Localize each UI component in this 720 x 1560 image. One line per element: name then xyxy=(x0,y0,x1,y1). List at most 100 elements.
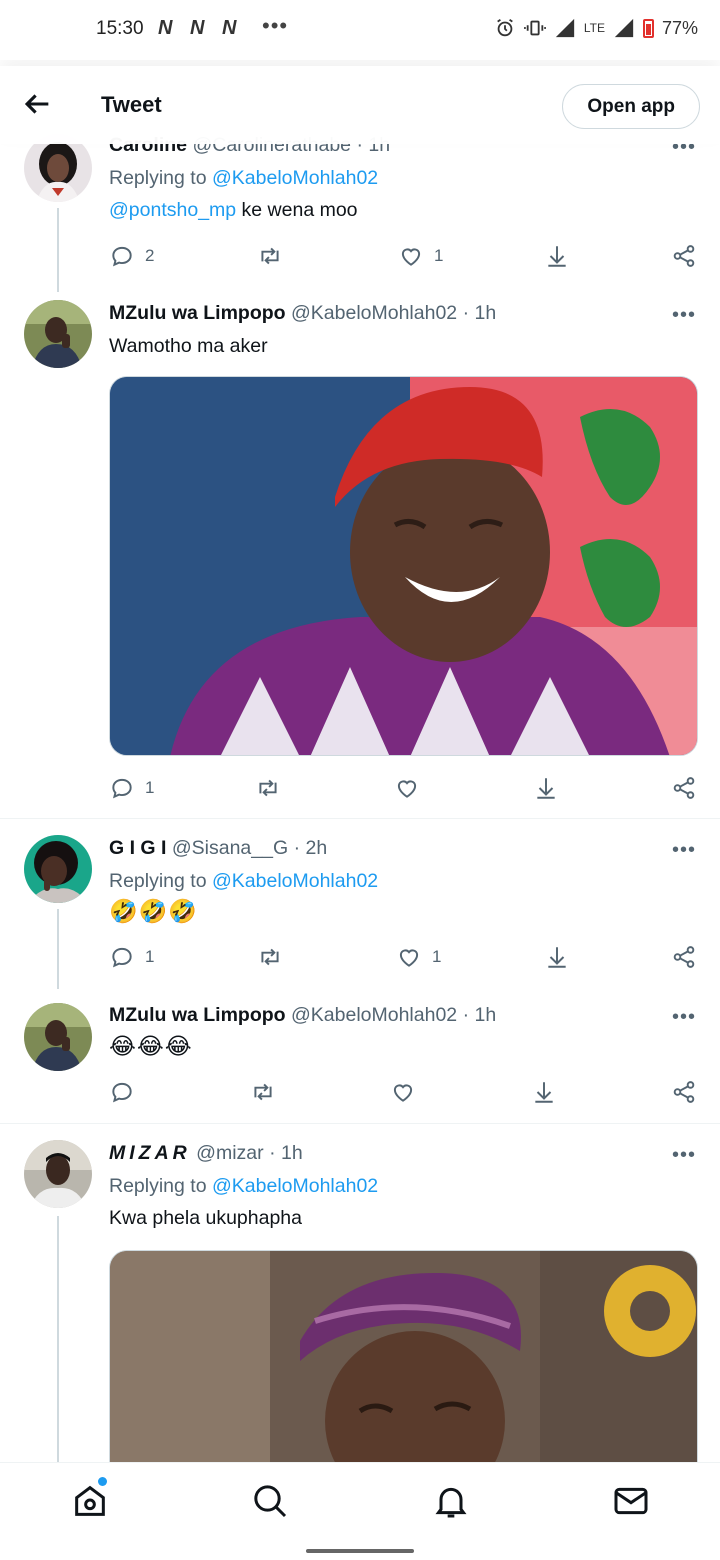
tweet-image[interactable] xyxy=(109,376,698,756)
more-notifications-icon: ••• xyxy=(262,13,289,38)
download-arrow-icon xyxy=(548,246,566,267)
network-n-icon: N xyxy=(190,17,205,39)
handle[interactable]: @Sisana__G xyxy=(172,837,288,859)
share-button[interactable] xyxy=(671,942,697,972)
gesture-home-bar[interactable] xyxy=(306,1549,414,1553)
timestamp[interactable]: · 1h xyxy=(463,302,497,324)
retweet-button[interactable] xyxy=(255,773,281,803)
network-n-icon: N xyxy=(158,17,173,39)
share-icon xyxy=(673,1081,695,1103)
tweet-mizar[interactable]: MIZAR @mizar · 1h ••• Replying to @Kabel… xyxy=(0,1124,720,1462)
save-button[interactable] xyxy=(533,773,559,803)
reply-icon xyxy=(112,1082,132,1103)
avatar[interactable] xyxy=(24,1003,92,1071)
battery-icon xyxy=(642,18,654,38)
heart-icon xyxy=(393,1084,413,1102)
vibrate-icon xyxy=(523,20,546,36)
open-app-button[interactable]: Open app xyxy=(562,84,700,129)
share-button[interactable] xyxy=(671,1077,697,1107)
replying-handle-link[interactable]: @KabeloMohlah02 xyxy=(212,1175,378,1197)
arrow-left-icon xyxy=(24,94,49,114)
reply-count: 1 xyxy=(145,947,155,966)
avatar[interactable] xyxy=(24,835,92,903)
avatar[interactable] xyxy=(24,300,92,368)
tweet-body: ke wena moo xyxy=(236,199,358,221)
reply-button[interactable]: 1 xyxy=(109,942,154,972)
retweet-button[interactable] xyxy=(250,1077,276,1107)
bottom-navigation xyxy=(0,1462,720,1560)
reply-button[interactable]: 2 xyxy=(109,241,154,271)
top-app-bar: Tweet Open app xyxy=(0,66,720,144)
avatar[interactable] xyxy=(24,134,92,202)
mention-link[interactable]: @pontsho_mp xyxy=(109,199,236,221)
back-button[interactable] xyxy=(20,87,54,121)
replying-prefix: Replying to xyxy=(109,1175,207,1197)
download-arrow-icon xyxy=(537,778,555,799)
more-options-icon[interactable]: ••• xyxy=(672,1144,696,1167)
heart-icon xyxy=(401,248,421,266)
messages-icon xyxy=(614,1487,648,1515)
handle[interactable]: @KabeloMohlah02 xyxy=(291,302,457,324)
network-n-icon: N xyxy=(222,17,237,39)
display-name[interactable]: MZulu wa Limpopo xyxy=(109,302,286,324)
page-title: Tweet xyxy=(101,92,162,117)
tweet-mzulu-image[interactable]: MZulu wa Limpopo @KabeloMohlah02 · 1h ••… xyxy=(0,290,720,818)
replying-handle-link[interactable]: @KabeloMohlah02 xyxy=(212,167,378,189)
like-button[interactable]: 1 xyxy=(396,942,441,972)
timestamp[interactable]: · 2h xyxy=(294,837,328,859)
nav-notifications[interactable] xyxy=(431,1481,471,1521)
nav-search[interactable] xyxy=(250,1481,290,1521)
display-name[interactable]: MIZAR xyxy=(109,1142,191,1164)
status-time: 15:30 xyxy=(96,18,144,39)
share-icon xyxy=(673,245,695,267)
like-count: 1 xyxy=(434,246,444,265)
retweet-button[interactable] xyxy=(257,942,283,972)
more-options-icon[interactable]: ••• xyxy=(672,1006,696,1029)
share-button[interactable] xyxy=(671,773,697,803)
retweet-icon xyxy=(254,1083,272,1101)
reply-button[interactable] xyxy=(109,1077,135,1107)
timestamp[interactable]: · 1h xyxy=(269,1142,303,1164)
battery-percent: 77% xyxy=(661,17,698,38)
more-options-icon[interactable]: ••• xyxy=(672,839,696,862)
nav-home[interactable] xyxy=(70,1481,110,1521)
save-button[interactable] xyxy=(531,1077,557,1107)
save-button[interactable] xyxy=(544,241,570,271)
handle[interactable]: @mizar xyxy=(196,1142,263,1164)
display-name[interactable]: G I G I xyxy=(109,837,166,859)
replying-handle-link[interactable]: @KabeloMohlah02 xyxy=(212,870,378,892)
tweet-header: MZulu wa Limpopo @KabeloMohlah02 · 1h xyxy=(109,1004,496,1027)
avatar[interactable] xyxy=(24,1140,92,1208)
lte-label: LTE xyxy=(583,20,605,35)
display-name[interactable]: MZulu wa Limpopo xyxy=(109,1004,286,1026)
share-button[interactable] xyxy=(671,241,697,271)
download-arrow-icon xyxy=(535,1082,553,1103)
reply-icon xyxy=(112,947,132,968)
like-button[interactable] xyxy=(394,773,420,803)
reply-icon xyxy=(112,778,132,799)
home-icon xyxy=(75,1485,105,1516)
download-arrow-icon xyxy=(548,947,566,968)
like-button[interactable]: 1 xyxy=(398,241,443,271)
retweet-button[interactable] xyxy=(257,241,283,271)
save-button[interactable] xyxy=(544,942,570,972)
tweet-gigi[interactable]: G I G I @Sisana__G · 2h ••• Replying to … xyxy=(0,819,720,991)
replying-to: Replying to @KabeloMohlah02 xyxy=(109,870,378,893)
replying-prefix: Replying to xyxy=(109,870,207,892)
reply-button[interactable]: 1 xyxy=(109,773,154,803)
reply-icon xyxy=(112,246,132,267)
thread-line xyxy=(57,909,59,989)
tweet-text: Kwa phela ukuphapha xyxy=(109,1207,302,1229)
more-options-icon[interactable]: ••• xyxy=(672,304,696,327)
status-bar: 15:30 N N N ••• LTE 77% xyxy=(0,0,720,60)
like-button[interactable] xyxy=(390,1077,416,1107)
signal-icon xyxy=(614,18,634,38)
nav-messages[interactable] xyxy=(611,1481,651,1521)
share-icon xyxy=(673,946,695,968)
tweet-mzulu-emoji[interactable]: MZulu wa Limpopo @KabeloMohlah02 · 1h ••… xyxy=(0,991,720,1123)
tweet-feed[interactable]: Caroline @Carolinerathabe · 1h ••• Reply… xyxy=(0,0,720,1462)
tweet-image[interactable] xyxy=(109,1250,698,1462)
retweet-icon xyxy=(261,247,279,265)
timestamp[interactable]: · 1h xyxy=(463,1004,497,1026)
handle[interactable]: @KabeloMohlah02 xyxy=(291,1004,457,1026)
